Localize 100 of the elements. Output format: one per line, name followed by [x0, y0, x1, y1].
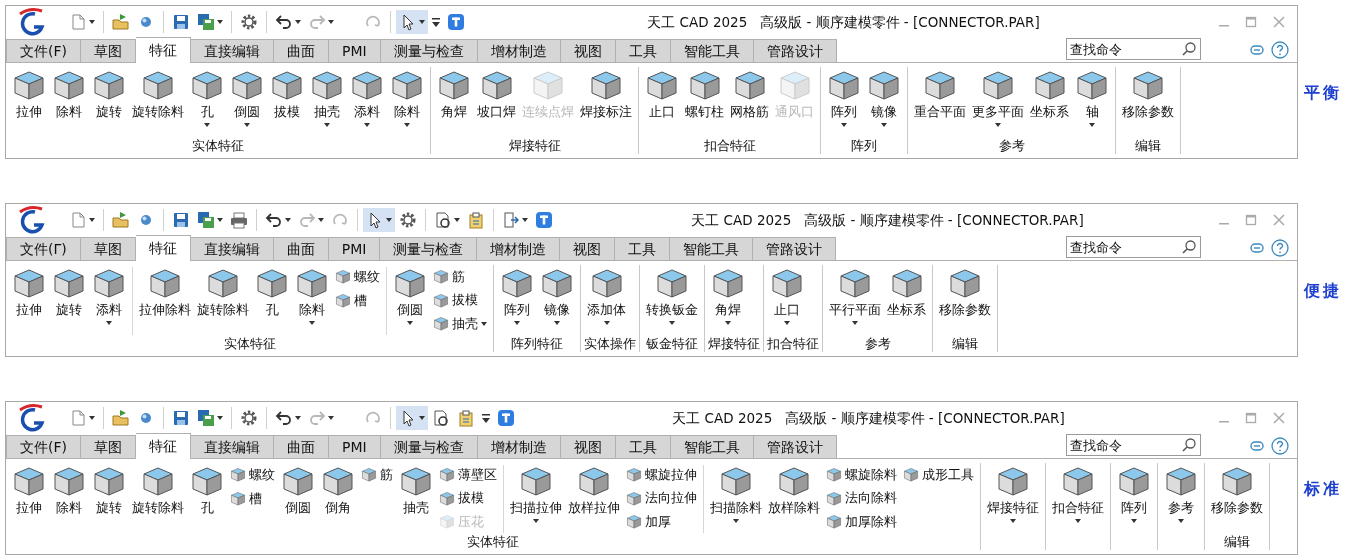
ribbon-button[interactable]: 坐标系 — [884, 265, 929, 335]
ribbon-button[interactable]: 平行平面 — [826, 265, 884, 335]
ribbon-button[interactable]: 移除参数 — [936, 265, 994, 335]
tab[interactable]: 智能工具 — [670, 39, 754, 62]
tab[interactable]: 工具 — [615, 435, 671, 458]
ribbon-button[interactable]: 旋转 — [89, 67, 129, 137]
tab[interactable]: 管路设计 — [753, 237, 837, 260]
tab[interactable]: 智能工具 — [670, 435, 754, 458]
ribbon-button[interactable]: 倒圆 — [227, 67, 267, 137]
ribbon-button[interactable]: 拉伸 — [9, 67, 49, 137]
ribbon-button[interactable]: 角焊 — [708, 265, 748, 335]
ribbon-button[interactable]: 倒角 — [318, 463, 358, 533]
tab[interactable]: 增材制造 — [477, 39, 561, 62]
tab[interactable]: 增材制造 — [477, 435, 561, 458]
ribbon-button[interactable]: 焊接标注 — [577, 67, 635, 137]
toolbar-button[interactable] — [396, 10, 428, 34]
ribbon-button[interactable]: 槽 — [332, 289, 383, 312]
ribbon-button[interactable]: 移除参数 — [1208, 463, 1266, 533]
tab[interactable]: 曲面 — [274, 39, 329, 62]
ribbon-button[interactable]: 移除参数 — [1119, 67, 1177, 137]
ribbon-button[interactable]: 转换钣金 — [643, 265, 701, 335]
ribbon-button[interactable]: 抽壳 — [430, 312, 490, 335]
ribbon-button[interactable]: 放样除料 — [765, 463, 823, 533]
ribbon-button[interactable]: 阵列 — [497, 265, 537, 335]
ribbon-button[interactable]: 扫描除料 — [707, 463, 765, 533]
tab[interactable]: 直接编辑 — [190, 237, 274, 260]
ribbon-button[interactable]: 阵列 — [1114, 463, 1154, 533]
tab[interactable]: 视图 — [560, 237, 616, 260]
tab[interactable]: 增材制造 — [477, 237, 561, 260]
ribbon-button[interactable]: 槽 — [227, 487, 278, 510]
ribbon-button[interactable]: 法向除料 — [823, 486, 900, 510]
tab[interactable]: 特征 — [135, 235, 191, 261]
ribbon-button[interactable]: 螺纹 — [332, 265, 383, 288]
ribbon-button[interactable]: 孔 — [187, 463, 227, 533]
ribbon-button[interactable]: 除料 — [387, 67, 427, 137]
ribbon-button[interactable]: 止口 — [642, 67, 682, 137]
ribbon-button[interactable]: 抽壳 — [396, 463, 436, 533]
ribbon-button[interactable]: 螺纹 — [227, 463, 278, 486]
ribbon-button[interactable]: 旋转除料 — [129, 67, 187, 137]
ribbon-button[interactable]: 除料 — [49, 463, 89, 533]
ribbon-button[interactable]: 参考 — [1161, 463, 1201, 533]
ribbon-button[interactable]: 添加体 — [584, 265, 629, 335]
ribbon-button[interactable]: 镜像 — [864, 67, 904, 137]
tab[interactable]: 曲面 — [274, 435, 329, 458]
ribbon-button[interactable]: 坡口焊 — [474, 67, 519, 137]
ribbon-button[interactable]: 坐标系 — [1027, 67, 1072, 137]
ribbon-button[interactable]: 孔 — [252, 265, 292, 335]
ribbon-button[interactable]: 加厚 — [623, 510, 700, 533]
tab[interactable]: 测量与检查 — [380, 237, 478, 260]
ribbon-button[interactable]: 倒圆 — [278, 463, 318, 533]
ribbon-button[interactable]: 重合平面 — [911, 67, 969, 137]
ribbon-button[interactable]: 筋 — [358, 463, 396, 486]
ribbon-button[interactable]: 螺钉柱 — [682, 67, 727, 137]
ribbon-button[interactable]: 拔模 — [267, 67, 307, 137]
tab[interactable]: 直接编辑 — [191, 435, 274, 458]
tab[interactable]: 直接编辑 — [191, 39, 274, 62]
tab[interactable]: 草图 — [81, 39, 136, 62]
ribbon-button[interactable]: 角焊 — [434, 67, 474, 137]
ribbon-button[interactable]: 网格筋 — [727, 67, 772, 137]
ribbon-button[interactable]: 放样拉伸 — [565, 463, 623, 533]
ribbon-button[interactable]: 法向拉伸 — [623, 486, 700, 510]
ribbon-button[interactable]: 添料 — [89, 265, 129, 335]
ribbon-button[interactable]: 筋 — [430, 265, 490, 288]
ribbon-button[interactable]: 拉伸除料 — [136, 265, 194, 335]
tab[interactable]: 视图 — [560, 435, 616, 458]
tab[interactable]: 文件(Γ) — [6, 237, 81, 260]
ribbon-button[interactable]: 拔模 — [436, 486, 500, 510]
ribbon-button[interactable]: 轴 — [1072, 67, 1112, 137]
tab[interactable]: 管路设计 — [753, 435, 837, 458]
ribbon-button[interactable]: 更多平面 — [969, 67, 1027, 137]
ribbon-button[interactable]: 旋转除料 — [129, 463, 187, 533]
tab[interactable]: 管路设计 — [753, 39, 837, 62]
ribbon-button[interactable]: 扣合特征 — [1049, 463, 1107, 533]
tab[interactable]: 视图 — [560, 39, 616, 62]
ribbon-button[interactable]: 扫描拉伸 — [507, 463, 565, 533]
ribbon-button[interactable]: 加厚除料 — [823, 510, 900, 533]
ribbon-button[interactable]: 除料 — [49, 67, 89, 137]
tab[interactable]: 草图 — [80, 237, 136, 260]
tab[interactable]: 工具 — [615, 39, 671, 62]
ribbon-button[interactable]: 阵列 — [824, 67, 864, 137]
tab[interactable]: PMI — [329, 435, 381, 458]
search-field[interactable]: 查找命令 — [1066, 236, 1201, 258]
ribbon-button[interactable]: 薄壁区 — [436, 463, 500, 486]
toolbar-button[interactable] — [396, 406, 428, 430]
ribbon-button[interactable]: 添料 — [347, 67, 387, 137]
ribbon-button[interactable]: 拉伸 — [9, 463, 49, 533]
ribbon-button[interactable]: 旋转 — [89, 463, 129, 533]
ribbon-button[interactable]: 抽壳 — [307, 67, 347, 137]
tab[interactable]: PMI — [328, 237, 381, 260]
tab[interactable]: 特征 — [136, 37, 191, 63]
tab[interactable]: 测量与检查 — [380, 39, 478, 62]
tab[interactable]: 测量与检查 — [380, 435, 478, 458]
ribbon-button[interactable]: 孔 — [187, 67, 227, 137]
ribbon-button[interactable]: 旋转除料 — [194, 265, 252, 335]
tab[interactable]: 曲面 — [273, 237, 329, 260]
ribbon-button[interactable]: 止口 — [767, 265, 807, 335]
ribbon-button[interactable]: 螺旋拉伸 — [623, 463, 700, 486]
tab[interactable]: 智能工具 — [670, 237, 754, 260]
ribbon-button[interactable]: 螺旋除料 — [823, 463, 900, 486]
ribbon-button[interactable]: 成形工具 — [900, 463, 977, 486]
